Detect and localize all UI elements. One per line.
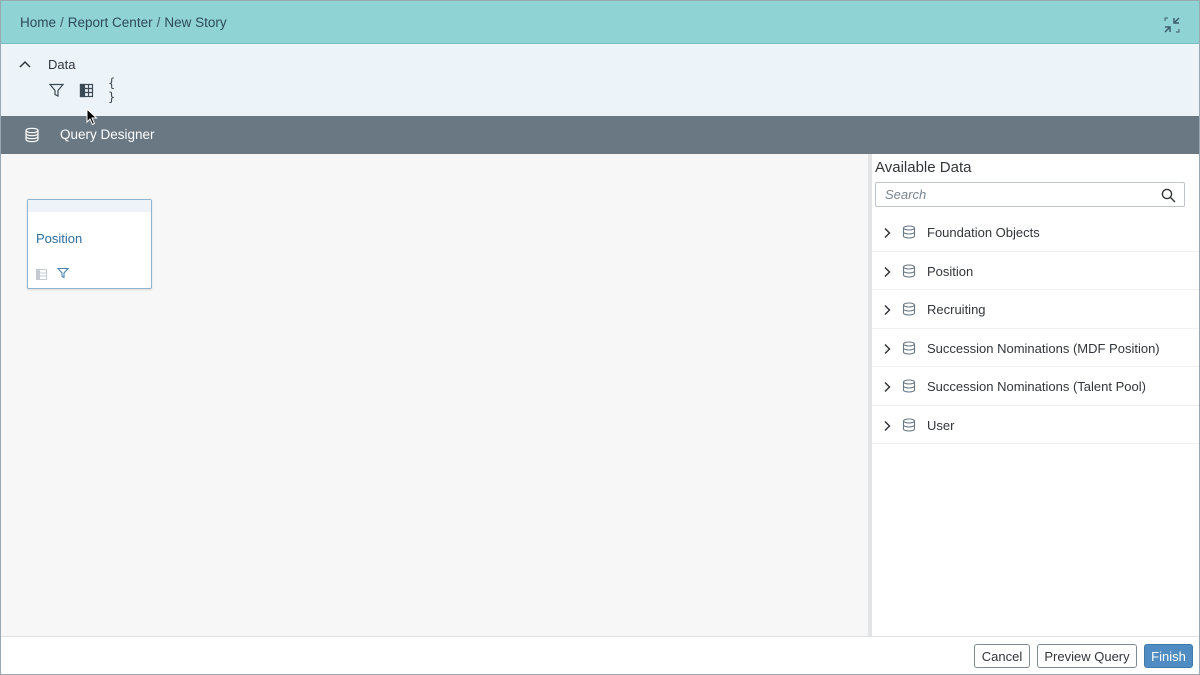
position-entity-node[interactable]: Position bbox=[27, 199, 152, 289]
tree-item-user[interactable]: User bbox=[872, 406, 1199, 444]
breadcrumb: Home / Report Center / New Story bbox=[20, 15, 227, 30]
chevron-right-icon[interactable] bbox=[882, 303, 892, 316]
breadcrumb-report-center[interactable]: Report Center bbox=[68, 15, 153, 30]
query-canvas[interactable]: Position bbox=[1, 154, 868, 636]
node-header-strip bbox=[28, 200, 151, 212]
tree-item-label: Succession Nominations (Talent Pool) bbox=[927, 379, 1146, 394]
database-icon bbox=[902, 417, 916, 432]
tree-item-foundation-objects[interactable]: Foundation Objects bbox=[872, 213, 1199, 252]
query-designer-header: Query Designer bbox=[1, 116, 1199, 154]
tree-item-label: Succession Nominations (MDF Position) bbox=[927, 340, 1160, 356]
search-icon[interactable] bbox=[1161, 188, 1176, 203]
dialog-footer: Cancel Preview Query Finish bbox=[1, 636, 1199, 674]
cancel-button[interactable]: Cancel bbox=[974, 644, 1030, 668]
finish-button[interactable]: Finish bbox=[1144, 644, 1193, 668]
available-data-title: Available Data bbox=[875, 159, 972, 176]
database-icon bbox=[24, 127, 40, 143]
filter-icon[interactable] bbox=[56, 266, 70, 279]
chevron-right-icon[interactable] bbox=[882, 265, 892, 277]
table-icon[interactable] bbox=[36, 267, 47, 280]
tree-item-succession-mdf-position[interactable]: Succession Nominations (MDF Position) bbox=[872, 329, 1199, 367]
tree-item-label: User bbox=[927, 417, 955, 433]
chevron-right-icon[interactable] bbox=[882, 226, 892, 239]
data-tools: { } bbox=[48, 76, 128, 104]
table-icon[interactable] bbox=[78, 82, 94, 98]
chevron-right-icon[interactable] bbox=[882, 342, 892, 354]
search-input[interactable] bbox=[876, 183, 1156, 206]
tree-item-succession-talent-pool[interactable]: Succession Nominations (Talent Pool) bbox=[872, 367, 1199, 406]
available-data-tree: Foundation Objects Position Recruiting S… bbox=[872, 213, 1199, 444]
tree-item-label: Position bbox=[927, 263, 974, 279]
chevron-up-icon bbox=[19, 55, 31, 73]
database-icon bbox=[902, 379, 916, 393]
breadcrumb-current: New Story bbox=[164, 15, 227, 30]
braces-icon[interactable]: { } bbox=[108, 76, 128, 104]
breadcrumb-separator: / bbox=[60, 15, 64, 30]
window-frame: Home / Report Center / New Story Data {… bbox=[0, 0, 1200, 675]
tree-item-label: Foundation Objects bbox=[927, 225, 1040, 240]
chevron-right-icon[interactable] bbox=[882, 419, 892, 431]
tree-item-label: Recruiting bbox=[927, 302, 986, 317]
available-data-panel: Available Data Foundation Objects Positi… bbox=[872, 154, 1199, 636]
database-icon bbox=[902, 225, 916, 239]
chevron-right-icon[interactable] bbox=[882, 380, 892, 393]
database-icon bbox=[902, 263, 916, 278]
filter-icon[interactable] bbox=[48, 82, 64, 98]
exit-fullscreen-icon[interactable] bbox=[1163, 16, 1181, 34]
query-designer-title: Query Designer bbox=[60, 127, 155, 142]
node-label: Position bbox=[36, 231, 83, 246]
top-bar: Home / Report Center / New Story bbox=[1, 1, 1199, 44]
preview-query-button[interactable]: Preview Query bbox=[1037, 644, 1137, 668]
breadcrumb-separator: / bbox=[156, 15, 161, 30]
breadcrumb-home[interactable]: Home bbox=[20, 15, 56, 30]
data-toolbar: Data { } bbox=[1, 44, 1199, 116]
tree-item-position[interactable]: Position bbox=[872, 252, 1199, 290]
data-section-label: Data bbox=[48, 56, 76, 72]
data-section-toggle[interactable]: Data bbox=[19, 56, 75, 72]
search-field bbox=[875, 182, 1185, 207]
database-icon bbox=[902, 340, 916, 355]
tree-item-recruiting[interactable]: Recruiting bbox=[872, 290, 1199, 329]
database-icon bbox=[902, 302, 916, 316]
